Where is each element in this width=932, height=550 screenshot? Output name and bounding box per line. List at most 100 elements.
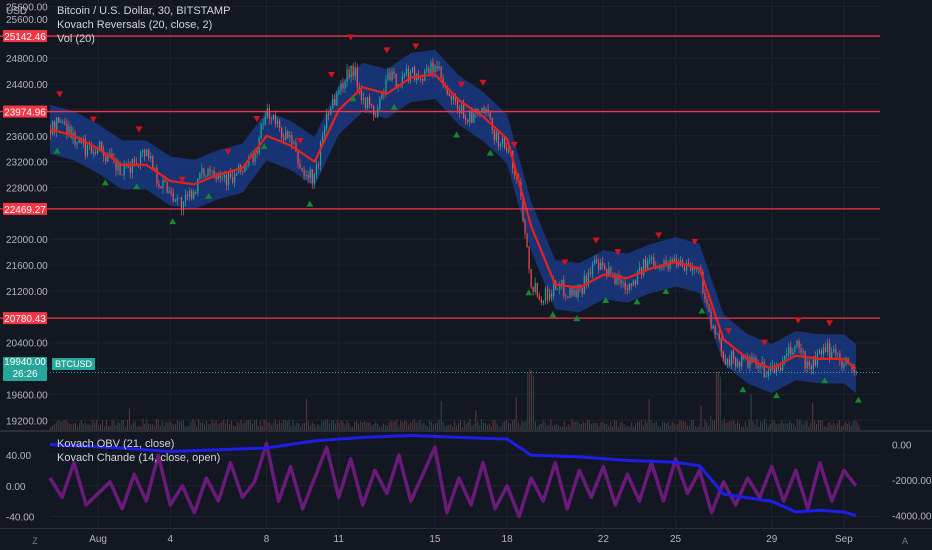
volume-bar <box>105 419 107 430</box>
indicator-legend-reversals[interactable]: Kovach Reversals (20, close, 2) <box>57 18 212 32</box>
candle-body <box>262 124 264 126</box>
volume-bar <box>579 423 581 430</box>
volume-bar <box>662 421 664 430</box>
auto-scale-button[interactable]: A <box>898 534 912 548</box>
volume-bar <box>246 420 248 430</box>
volume-bar <box>302 423 304 430</box>
volume-bar <box>546 426 548 430</box>
volume-bar <box>819 420 821 430</box>
volume-bar <box>558 425 560 430</box>
volume-bar <box>80 419 82 430</box>
candle-body <box>551 293 553 297</box>
price-tick-label: 24400.00 <box>6 80 48 91</box>
candle-body <box>722 351 724 359</box>
chart-canvas[interactable]: 25600.0024800.0024400.0024000.0023600.00… <box>0 0 932 550</box>
volume-bar <box>812 402 814 430</box>
volume-bar <box>506 420 508 430</box>
candle-body <box>835 349 837 355</box>
candle-body <box>716 334 718 335</box>
candle-body <box>342 83 344 89</box>
volume-bar <box>513 419 515 430</box>
volume-bar <box>817 419 819 430</box>
volume-bar <box>750 393 752 430</box>
candle-body <box>600 262 602 271</box>
volume-bar <box>785 423 787 430</box>
candle-body <box>326 114 328 129</box>
volume-bar <box>51 425 53 430</box>
candle-body <box>135 163 138 164</box>
volume-bar <box>481 419 483 430</box>
osc-left-tick-label: -40.00 <box>6 512 35 523</box>
candle-body <box>563 279 565 296</box>
volume-bar <box>488 423 490 430</box>
candle-body <box>428 68 430 74</box>
candle-body <box>843 364 845 368</box>
indicator-legend-obv[interactable]: Kovach OBV (21, close) <box>57 437 174 451</box>
volume-bar <box>84 422 86 430</box>
volume-bar <box>421 424 423 430</box>
candle-body <box>831 352 833 359</box>
volume-bar <box>656 422 658 430</box>
candle-body <box>538 295 540 300</box>
volume-bar <box>329 423 331 430</box>
volume-bar <box>271 424 273 430</box>
candle-body <box>628 283 630 290</box>
volume-bar <box>617 426 619 430</box>
candle-body <box>489 112 491 119</box>
candle-body <box>364 98 367 109</box>
candle-body <box>158 183 160 187</box>
candle-body <box>467 119 469 123</box>
volume-bar <box>398 426 400 430</box>
volume-bar <box>228 424 230 430</box>
candle-body <box>524 220 526 234</box>
timezone-z-button[interactable]: Z <box>28 534 42 548</box>
volume-bar <box>519 425 521 430</box>
volume-bar <box>475 409 477 430</box>
volume-bar <box>309 425 311 430</box>
time-tick-label: 25 <box>670 534 682 545</box>
volume-bar <box>733 420 735 430</box>
volume-bar <box>188 425 190 430</box>
candle-body <box>589 272 592 274</box>
volume-bar <box>683 420 685 430</box>
candle-body <box>395 73 397 88</box>
candle-body <box>223 174 226 178</box>
indicator-legend-chande[interactable]: Kovach Chande (14, close, open) <box>57 451 220 465</box>
candle-body <box>634 280 637 285</box>
volume-bar <box>585 422 587 430</box>
volume-bar <box>67 422 69 430</box>
candle-body <box>591 264 594 274</box>
indicator-legend-volume[interactable]: Vol (20) <box>57 32 95 46</box>
volume-bar <box>279 420 281 430</box>
time-tick-label: 18 <box>502 534 514 545</box>
candle-body <box>58 117 60 123</box>
volume-bar <box>502 421 504 430</box>
volume-bar <box>409 422 411 430</box>
candle-body <box>501 137 504 145</box>
candle-body <box>557 288 559 290</box>
candle-body <box>119 163 121 175</box>
level-label: 25142.46 <box>4 32 46 43</box>
time-tick-label: Sep <box>835 534 853 545</box>
candle-body <box>573 290 575 296</box>
volume-bar <box>821 420 823 430</box>
time-tick-label: 29 <box>766 534 778 545</box>
level-label: 20780.43 <box>4 314 46 325</box>
volume-bar <box>217 424 219 430</box>
price-tick-label: 23200.00 <box>6 158 48 169</box>
volume-bar <box>277 423 279 430</box>
volume-bar <box>184 426 186 430</box>
candle-body <box>369 97 371 105</box>
volume-bar <box>567 424 569 430</box>
candle-body <box>311 169 313 184</box>
candle-body <box>150 156 152 159</box>
candle-body <box>360 89 363 100</box>
volume-bar <box>473 424 475 430</box>
volume-bar <box>846 423 848 430</box>
volume-bar <box>663 422 665 430</box>
osc-right-tick-label: 0.00 <box>892 440 912 451</box>
volume-bar <box>136 426 138 430</box>
candle-body <box>193 192 195 199</box>
volume-bar <box>611 426 613 430</box>
candle-body <box>780 367 782 371</box>
